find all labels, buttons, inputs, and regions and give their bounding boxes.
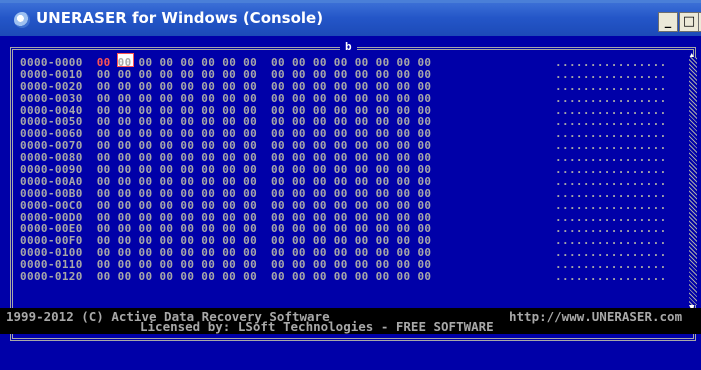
ascii-column[interactable]: ................ [555, 80, 667, 93]
dump-frame-label: b [340, 41, 357, 52]
footer: 1999-2012 (C) Active Data Recovery Softw… [0, 308, 701, 334]
ascii-column[interactable]: ................ [555, 68, 667, 81]
hex-dump[interactable]: 0000-0000 00 00 00 00 00 00 00 00 00 00 … [20, 57, 666, 284]
window-title: UNERASER for Windows (Console) [36, 9, 324, 27]
dump-row[interactable]: 0000-0120 00 00 00 00 00 00 00 00 00 00 … [20, 270, 666, 284]
console-window: UNERASER for Windows (Console) _ □ x b 0… [0, 0, 701, 370]
app-icon[interactable] [14, 12, 30, 28]
ascii-column[interactable]: ................ [555, 271, 667, 283]
ascii-column[interactable]: ................ [555, 187, 667, 200]
row-offset: 0000-0120 [20, 270, 97, 284]
license-text: Licensed by: LSoft Technologies - FREE S… [140, 319, 494, 334]
minimize-button[interactable]: _ [658, 12, 678, 32]
hex-bytes-group-1[interactable]: 00 00 00 00 00 00 00 00 [97, 270, 257, 283]
title-bar[interactable]: UNERASER for Windows (Console) _ □ x [0, 0, 701, 36]
website-link[interactable]: http://www.UNERASER.com [509, 310, 682, 323]
hex-bytes-group-2[interactable]: 00 00 00 00 00 00 00 00 [257, 270, 431, 283]
ascii-column[interactable]: ................ [555, 92, 667, 105]
maximize-button[interactable]: □ [679, 12, 699, 32]
ascii-column[interactable]: ................ [555, 199, 667, 212]
vertical-scrollbar[interactable] [689, 57, 697, 305]
